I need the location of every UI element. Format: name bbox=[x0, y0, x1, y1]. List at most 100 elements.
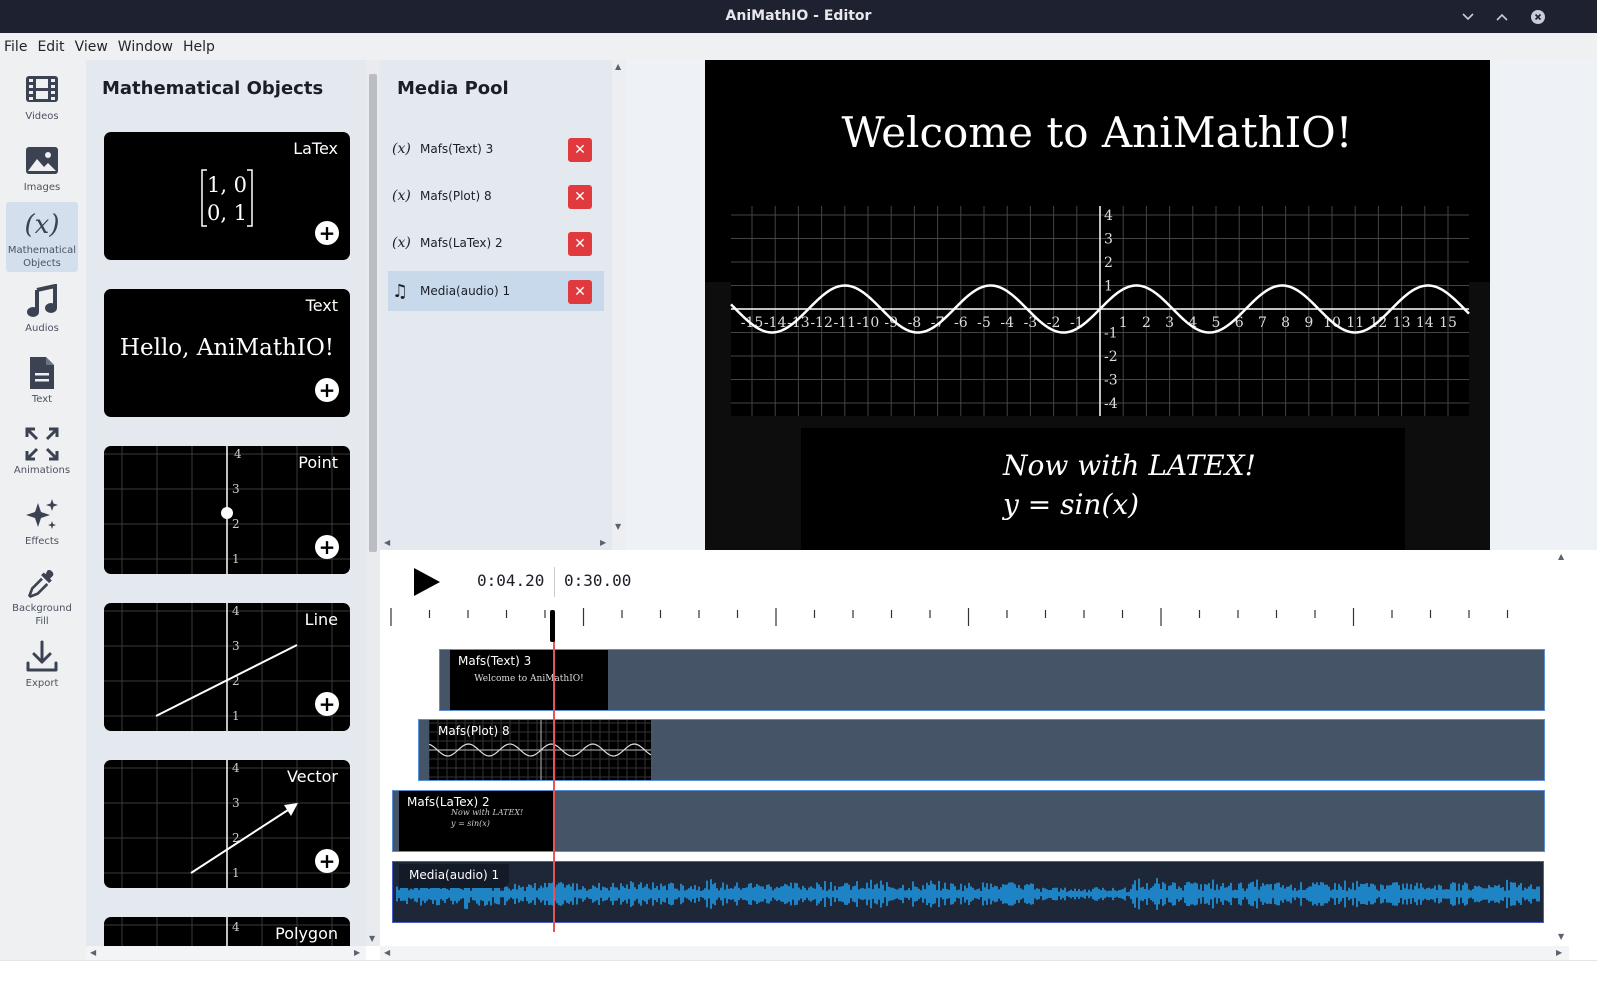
track-label: Mafs(Text) 3 bbox=[458, 654, 532, 668]
timeline-track[interactable]: Mafs(Plot) 8 bbox=[418, 719, 1545, 781]
svg-text:4: 4 bbox=[232, 920, 240, 934]
card-label-latex: LaTex bbox=[293, 139, 338, 158]
sidebar-item-export[interactable]: Export bbox=[6, 629, 78, 699]
svg-text:4: 4 bbox=[232, 604, 240, 618]
document-icon bbox=[30, 357, 54, 389]
media-pool-item[interactable]: (x) Mafs(LaTex) 2 ✕ bbox=[388, 223, 604, 263]
close-icon[interactable] bbox=[1527, 6, 1549, 28]
track-label: Mafs(LaTex) 2 bbox=[407, 795, 490, 809]
current-time: 0:04.20 bbox=[477, 571, 545, 590]
plot-x-tick: -11 bbox=[834, 315, 857, 331]
plot-y-tick: 4 bbox=[1104, 208, 1113, 224]
timeline-scrollbar[interactable]: ▲ ▼ bbox=[1555, 550, 1569, 946]
sidebar-item-videos[interactable]: Videos bbox=[6, 62, 78, 132]
plot-y-tick: -1 bbox=[1104, 326, 1118, 342]
add-point-button[interactable]: + bbox=[315, 535, 339, 559]
card-label-line: Line bbox=[304, 610, 338, 629]
plot-x-tick: -5 bbox=[977, 315, 991, 331]
card-label-vector: Vector bbox=[287, 767, 338, 786]
media-pool-item[interactable]: (x) Mafs(Text) 3 ✕ bbox=[388, 129, 604, 169]
menu-help[interactable]: Help bbox=[183, 39, 215, 55]
clip-thumbnail-text: Welcome to AniMathIO! bbox=[474, 674, 584, 684]
plot-y-tick: -3 bbox=[1104, 373, 1118, 389]
sparkles-icon bbox=[26, 499, 58, 529]
media-pool-item-label: Mafs(Plot) 8 bbox=[420, 189, 492, 203]
menu-edit[interactable]: Edit bbox=[37, 39, 64, 55]
preview-heading: Welcome to AniMathIO! bbox=[841, 108, 1352, 157]
timeline-track[interactable]: Now with LATEX! y = sin(x) Mafs(LaTex) 2 bbox=[392, 790, 1545, 852]
media-pool-item[interactable]: (x) Mafs(Plot) 8 ✕ bbox=[388, 176, 604, 216]
scroll-down-arrow[interactable]: ▼ bbox=[369, 934, 375, 943]
play-icon[interactable] bbox=[410, 566, 442, 598]
preview-latex-line2: y = sin(x) bbox=[1001, 488, 1139, 521]
math-panel-hscrollbar[interactable]: ◀ ▶ bbox=[86, 946, 366, 960]
menu-view[interactable]: View bbox=[75, 39, 108, 55]
math-panel-scroll-thumb[interactable] bbox=[369, 74, 377, 552]
track-label: Media(audio) 1 bbox=[399, 864, 510, 888]
menu-file[interactable]: File bbox=[4, 39, 27, 55]
menu-window[interactable]: Window bbox=[118, 39, 173, 55]
expand-arrows-icon bbox=[25, 427, 59, 461]
minimize-icon[interactable] bbox=[1457, 6, 1479, 28]
math-panel-scrollbar[interactable]: ▼ bbox=[366, 60, 380, 946]
sidebar-item-mathematical-objects[interactable]: (x) Mathematical Objects bbox=[6, 202, 78, 272]
plot-y-tick: -4 bbox=[1104, 396, 1118, 412]
delete-button[interactable]: ✕ bbox=[568, 232, 592, 256]
delete-button[interactable]: ✕ bbox=[568, 280, 592, 304]
plot-x-tick: 1 bbox=[1119, 315, 1128, 331]
card-point[interactable]: 4 3 2 1 Point + bbox=[104, 446, 350, 574]
sidebar-item-images[interactable]: Images bbox=[6, 133, 78, 203]
maximize-icon[interactable] bbox=[1491, 6, 1513, 28]
function-x-icon: (x) bbox=[25, 210, 60, 240]
svg-text:4: 4 bbox=[234, 447, 242, 461]
media-pool-item-label: Mafs(LaTex) 2 bbox=[420, 236, 503, 250]
playhead-handle[interactable] bbox=[550, 610, 555, 642]
latex-row-2: 0, 1 bbox=[207, 201, 247, 225]
card-text[interactable]: Text Hello, AniMathIO! + bbox=[104, 289, 350, 417]
media-pool-item-label: Media(audio) 1 bbox=[420, 284, 511, 298]
delete-button[interactable]: ✕ bbox=[568, 185, 592, 209]
delete-button[interactable]: ✕ bbox=[568, 138, 592, 162]
plot-x-tick: 14 bbox=[1416, 315, 1434, 331]
window-title: AniMathIO - Editor bbox=[725, 8, 872, 24]
media-pool-item-selected[interactable]: ♫ Media(audio) 1 ✕ bbox=[388, 271, 604, 311]
sidebar-item-text[interactable]: Text bbox=[6, 345, 78, 415]
sidebar-item-animations[interactable]: Animations bbox=[6, 416, 78, 486]
audio-track[interactable]: Media(audio) 1 bbox=[392, 861, 1544, 923]
media-pool-hscrollbar[interactable]: ◀ ▶ bbox=[380, 536, 612, 550]
time-divider bbox=[554, 567, 555, 597]
sidebar-label-background-fill: Background Fill bbox=[12, 603, 72, 627]
sidebar-item-background-fill[interactable]: Background Fill bbox=[6, 558, 78, 628]
image-icon bbox=[26, 147, 58, 174]
video-preview[interactable]: Welcome to AniMathIO! -15 -14 -13 -12 -11 -10… bbox=[705, 60, 1490, 550]
media-pool-scrollbar[interactable]: ▲ ▼ bbox=[612, 60, 626, 550]
sidebar-label-audios: Audios bbox=[25, 323, 59, 334]
add-vector-button[interactable]: + bbox=[315, 849, 339, 873]
add-text-button[interactable]: + bbox=[315, 378, 339, 402]
card-vector[interactable]: 4 3 2 1 Vector + bbox=[104, 760, 350, 888]
add-latex-button[interactable]: + bbox=[315, 221, 339, 245]
sidebar: Videos Images (x) Mathematical Objects A… bbox=[0, 60, 86, 1001]
film-icon bbox=[26, 76, 58, 102]
plot-x-tick: 13 bbox=[1393, 315, 1411, 331]
timeline-ruler[interactable] bbox=[380, 600, 1580, 630]
sidebar-label-images: Images bbox=[23, 182, 61, 193]
plot-y-tick: 2 bbox=[1104, 255, 1113, 271]
card-line[interactable]: 4 3 2 1 Line + bbox=[104, 603, 350, 731]
track-label: Mafs(Plot) 8 bbox=[438, 724, 510, 738]
card-latex[interactable]: 1, 0 0, 1 LaTex + bbox=[104, 132, 350, 260]
timeline-hscrollbar[interactable]: ◀ ▶ bbox=[380, 946, 1569, 960]
add-line-button[interactable]: + bbox=[315, 692, 339, 716]
plot-x-tick: 8 bbox=[1281, 315, 1290, 331]
plot-x-tick: -4 bbox=[1000, 315, 1014, 331]
svg-text:1: 1 bbox=[232, 866, 240, 880]
sidebar-item-audios[interactable]: Audios bbox=[6, 274, 78, 344]
sidebar-item-effects[interactable]: Effects bbox=[6, 487, 78, 557]
playhead[interactable] bbox=[553, 612, 555, 932]
svg-text:2: 2 bbox=[232, 517, 240, 531]
latex-row-1: 1, 0 bbox=[207, 173, 247, 197]
math-objects-panel: Mathematical Objects 1, 0 0, 1 LaTex + T… bbox=[86, 60, 366, 960]
function-x-icon: (x) bbox=[392, 235, 411, 251]
timeline-track[interactable]: Welcome to AniMathIO! Mafs(Text) 3 bbox=[439, 649, 1545, 711]
plot-x-tick: 3 bbox=[1165, 315, 1174, 331]
